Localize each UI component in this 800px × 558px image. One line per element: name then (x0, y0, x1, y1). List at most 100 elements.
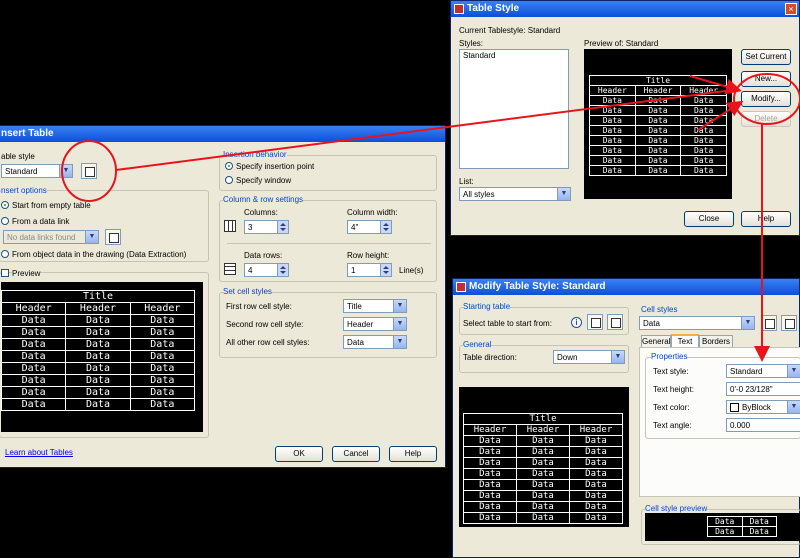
list-label: List: (459, 177, 474, 186)
table-direction-label: Table direction: (463, 353, 517, 362)
cell-style-preview: Data Data Data Data (645, 513, 800, 541)
columns-icon (223, 219, 237, 233)
delete-button[interactable]: Delete (741, 111, 791, 127)
text-style-label: Text style: (653, 367, 689, 376)
preview-data-row: Data Data Data (589, 155, 727, 166)
table-select-icon (591, 318, 601, 328)
styles-list[interactable]: Standard (459, 49, 569, 169)
preview-data-cell: Data (129, 326, 196, 339)
preview-data-cell: Data (0, 362, 67, 375)
preview-data-cell: Data (516, 435, 570, 447)
preview-data-row: Data Data Data (463, 446, 623, 458)
specify-window-radio[interactable] (225, 176, 233, 184)
tab-general[interactable]: General (641, 335, 671, 347)
cell-style-select[interactable]: Data ▼ (639, 316, 755, 330)
preview-data-row: Data Data Data (463, 479, 623, 491)
modify-table-style-dialog: Modify Table Style: Standard Starting ta… (452, 278, 800, 558)
insertion-point-radio[interactable] (225, 162, 233, 170)
preview-data-cell: Data (129, 338, 196, 351)
styles-list-item[interactable]: Standard (463, 51, 565, 60)
app-icon (456, 282, 466, 292)
preview-checkbox[interactable] (1, 269, 9, 277)
spinner-icon[interactable] (380, 221, 391, 233)
table-style-select[interactable]: Standard ▼ (1, 164, 73, 178)
preview-data-row: Data Data Data (589, 165, 727, 176)
manage-cell-styles-button[interactable] (781, 315, 797, 331)
spinner-icon[interactable] (277, 221, 288, 233)
preview-data-cell: Data (129, 314, 196, 327)
tab-text[interactable]: Text (671, 334, 699, 347)
row-height-stepper[interactable]: 1 (347, 263, 392, 277)
spinner-icon[interactable] (380, 264, 391, 276)
preview-data-cell: Data (634, 125, 682, 136)
insertion-behavior-group (219, 155, 437, 191)
text-color-label: Text color: (653, 403, 690, 412)
app-icon (454, 4, 464, 14)
preview-data-cell: Data (0, 314, 67, 327)
other-rows-select[interactable]: Data ▼ (343, 335, 407, 349)
columns-stepper[interactable]: 3 (244, 220, 289, 234)
list-filter-select[interactable]: All styles ▼ (459, 187, 571, 201)
ok-button[interactable]: OK (275, 446, 323, 462)
select-table-button[interactable] (587, 314, 603, 330)
specify-window-label: Specify window (236, 176, 292, 185)
preview-data-cell: Data (463, 435, 517, 447)
text-color-select[interactable]: ByBlock ▼ (726, 400, 800, 414)
info-icon: i (571, 317, 582, 328)
row-height-unit: Line(s) (399, 266, 424, 275)
data-link-select[interactable]: No data links found ▼ (3, 230, 99, 244)
remove-table-button[interactable] (607, 314, 623, 330)
column-width-stepper[interactable]: 4" (347, 220, 392, 234)
data-link-radio[interactable] (1, 217, 9, 225)
learn-about-tables-link[interactable]: Learn about Tables (5, 448, 73, 457)
preview-data-cell: Data (680, 125, 727, 136)
preview-data-cell: Data (569, 501, 623, 513)
preview-data-row: Data Data Data (589, 115, 727, 126)
preview-data-cell: Data (589, 145, 636, 156)
new-button[interactable]: New... (741, 71, 791, 87)
chevron-down-icon: ▼ (787, 365, 800, 377)
chevron-down-icon: ▼ (393, 300, 406, 312)
preview-data-cell: Data (65, 338, 131, 351)
launch-table-style-dialog-button[interactable] (81, 163, 97, 179)
insert-table-titlebar[interactable]: nsert Table (0, 126, 445, 142)
close-button[interactable]: Close (684, 211, 734, 227)
set-current-button[interactable]: Set Current (741, 49, 791, 65)
data-rows-stepper[interactable]: 4 (244, 263, 289, 277)
close-icon[interactable]: × (785, 3, 797, 15)
columns-label: Columns: (244, 208, 278, 217)
preview-data-cell: Data (0, 374, 67, 387)
second-row-select[interactable]: Header ▼ (343, 317, 407, 331)
modify-style-titlebar[interactable]: Modify Table Style: Standard (453, 279, 799, 295)
help-button[interactable]: Help (741, 211, 791, 227)
text-angle-input[interactable]: 0.000 (726, 418, 800, 432)
table-direction-select[interactable]: Down ▼ (553, 350, 625, 364)
insert-table-preview: Title Header Header Header Data Data Data Data D… (0, 282, 203, 432)
cancel-button[interactable]: Cancel (332, 446, 380, 462)
new-cell-style-button[interactable] (761, 315, 777, 331)
object-data-radio[interactable] (1, 250, 9, 258)
preview-data-cell: Data (634, 95, 682, 106)
preview-data-cell: Data (634, 135, 682, 146)
preview-title-row: Title (463, 413, 623, 425)
first-row-select[interactable]: Title ▼ (343, 299, 407, 313)
cell-styles-label: Cell styles (641, 305, 678, 314)
divider (227, 243, 431, 244)
properties-label: Properties (651, 352, 688, 361)
insert-table-title: nsert Table (1, 128, 54, 139)
preview-data-cell: Data (680, 95, 727, 106)
chevron-down-icon: ▼ (611, 351, 624, 363)
preview-label: Preview (12, 269, 41, 278)
table-style-titlebar[interactable]: Table Style (451, 1, 799, 17)
spinner-icon[interactable] (277, 264, 288, 276)
data-link-manager-button[interactable] (105, 229, 121, 245)
help-button[interactable]: Help (389, 446, 437, 462)
text-style-select[interactable]: Standard ▼ (726, 364, 800, 378)
preview-header-row: Header Header Header (463, 424, 623, 436)
tab-borders[interactable]: Borders (699, 335, 733, 347)
modify-button[interactable]: Modify... (741, 91, 791, 107)
empty-table-radio[interactable] (1, 201, 9, 209)
preview-data-cell: Data (589, 115, 636, 126)
preview-data-cell: Data (589, 105, 636, 116)
text-height-input[interactable]: 0'-0 23/128" (726, 382, 800, 396)
